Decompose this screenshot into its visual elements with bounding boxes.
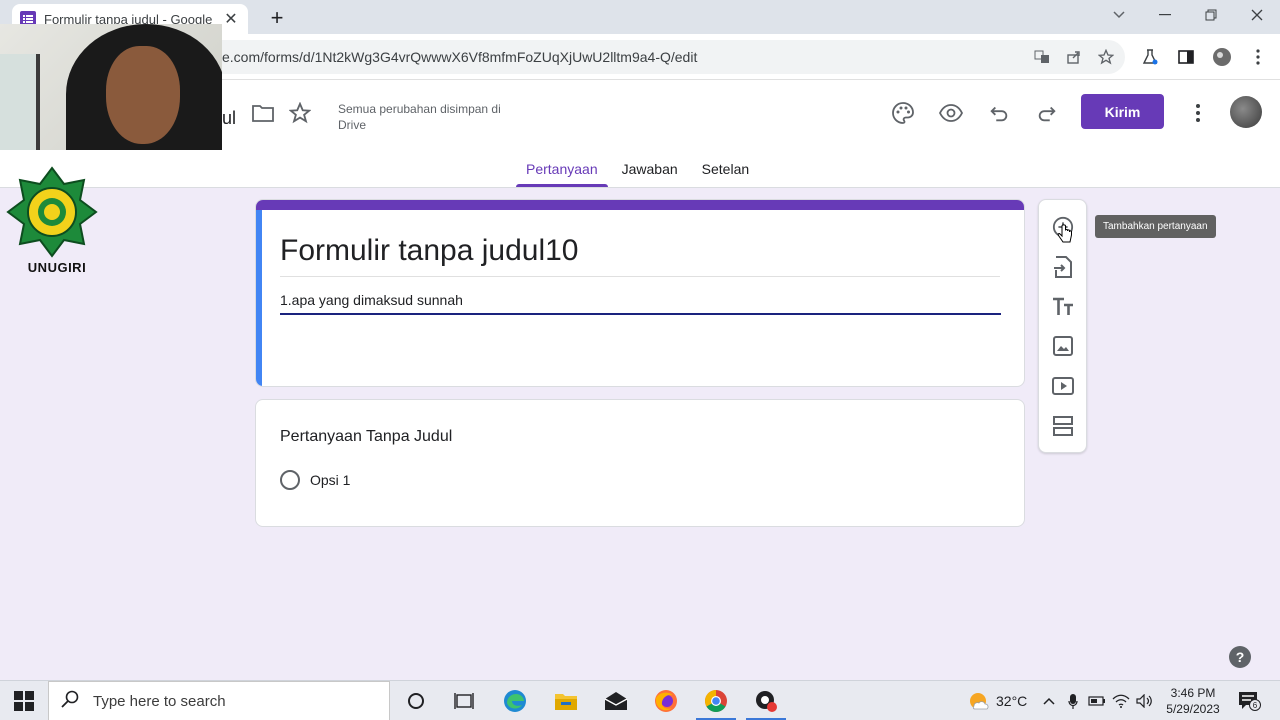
undo-icon[interactable] — [986, 100, 1012, 126]
chrome-icon[interactable] — [696, 687, 736, 720]
form-title-card: Formulir tanpa judul10 1.apa yang dimaks… — [255, 199, 1025, 387]
bookmark-star-icon[interactable] — [1095, 46, 1117, 68]
mail-icon[interactable] — [602, 687, 630, 715]
restore-icon[interactable] — [1188, 0, 1234, 30]
add-image-icon[interactable] — [1051, 334, 1075, 358]
mouse-cursor-icon — [1057, 224, 1073, 249]
task-view-icon[interactable] — [450, 687, 478, 715]
title-card-focus-bar — [256, 210, 262, 386]
labs-flask-icon[interactable] — [1139, 46, 1161, 68]
microphone-icon[interactable] — [1064, 692, 1082, 710]
notification-count: 6 — [1249, 699, 1261, 711]
search-icon — [61, 690, 79, 713]
tab-questions[interactable]: Pertanyaan — [514, 149, 610, 187]
doc-title[interactable]: ul — [222, 108, 236, 129]
profile-avatar-icon[interactable] — [1211, 46, 1233, 68]
volume-icon[interactable] — [1136, 692, 1154, 710]
help-button[interactable]: ? — [1229, 646, 1251, 668]
share-icon[interactable] — [1063, 46, 1085, 68]
form-title-input[interactable]: Formulir tanpa judul10 — [280, 234, 1000, 277]
clock-time: 3:46 PM — [1170, 686, 1216, 700]
tab-search-chevron-icon[interactable] — [1096, 0, 1142, 30]
redo-icon[interactable] — [1034, 100, 1060, 126]
import-questions-icon[interactable] — [1051, 255, 1075, 279]
logo-text: UNUGIRI — [27, 260, 87, 275]
windows-taskbar: Type here to search 32°C 3:46 PM 5/29/20… — [0, 680, 1280, 720]
save-status: Semua perubahan disimpan di Drive — [338, 102, 501, 132]
notification-center-icon[interactable]: 6 — [1238, 690, 1261, 712]
option-radio[interactable] — [280, 470, 300, 490]
clock-date: 5/29/2023 — [1166, 702, 1220, 716]
question-card[interactable]: Pertanyaan Tanpa Judul Opsi 1 — [255, 399, 1025, 527]
webcam-window-background — [0, 54, 40, 150]
recording-app-icon[interactable] — [746, 687, 786, 720]
send-button[interactable]: Kirim — [1081, 94, 1164, 129]
translate-icon[interactable] — [1031, 46, 1053, 68]
url-text[interactable]: e.com/forms/d/1Nt2kWg3G4vrQwwwX6Vf8mfmFo… — [222, 49, 697, 65]
webcam-overlay — [0, 24, 222, 150]
tab-settings[interactable]: Setelan — [690, 149, 761, 187]
windows-start-icon[interactable] — [14, 691, 34, 711]
side-panel-icon[interactable] — [1175, 46, 1197, 68]
add-section-icon[interactable] — [1051, 414, 1075, 438]
unugiri-emblem-icon — [6, 166, 98, 258]
firefox-icon[interactable] — [652, 687, 680, 715]
taskbar-clock[interactable]: 3:46 PM 5/29/2023 — [1158, 685, 1228, 717]
cortana-icon[interactable] — [402, 687, 430, 715]
folder-icon[interactable] — [250, 100, 276, 126]
tab-responses[interactable]: Jawaban — [610, 149, 690, 187]
minimize-icon[interactable] — [1142, 0, 1188, 30]
add-video-icon[interactable] — [1051, 374, 1075, 398]
more-options-icon[interactable] — [1185, 100, 1211, 126]
form-description-input[interactable]: 1.apa yang dimaksud sunnah — [280, 292, 1001, 315]
preview-eye-icon[interactable] — [938, 100, 964, 126]
palette-icon[interactable] — [890, 100, 916, 126]
battery-icon[interactable] — [1088, 692, 1106, 710]
tab-close-icon[interactable]: ✕ — [222, 9, 240, 29]
form-tabs: Pertanyaan Jawaban Setelan — [514, 149, 761, 187]
wifi-icon[interactable] — [1112, 692, 1130, 710]
add-question-tooltip: Tambahkan pertanyaan — [1095, 215, 1216, 238]
weather-icon[interactable] — [968, 692, 990, 710]
taskbar-search-box[interactable]: Type here to search — [48, 681, 390, 720]
browser-menu-icon[interactable] — [1247, 46, 1269, 68]
unugiri-logo: UNUGIRI — [6, 166, 98, 278]
account-avatar[interactable] — [1230, 96, 1262, 128]
new-tab-button[interactable]: + — [262, 5, 292, 31]
option-label[interactable]: Opsi 1 — [310, 472, 350, 488]
tray-chevron-up-icon[interactable] — [1040, 692, 1058, 710]
search-placeholder: Type here to search — [93, 692, 226, 710]
edge-browser-icon[interactable] — [501, 687, 529, 715]
file-explorer-icon[interactable] — [552, 687, 580, 715]
add-title-icon[interactable] — [1051, 295, 1075, 319]
question-title[interactable]: Pertanyaan Tanpa Judul — [280, 428, 452, 446]
weather-temperature: 32°C — [996, 693, 1028, 709]
close-window-icon[interactable] — [1234, 0, 1280, 30]
title-card-accent-bar — [256, 200, 1024, 210]
star-icon[interactable] — [287, 100, 313, 126]
webcam-person-face — [106, 46, 180, 144]
